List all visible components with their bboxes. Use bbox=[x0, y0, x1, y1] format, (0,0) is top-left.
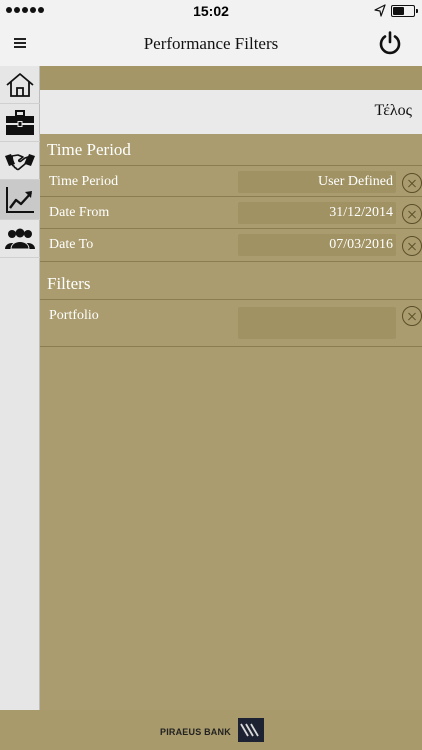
divider bbox=[40, 299, 422, 300]
date-to-field[interactable]: 07/03/2016 bbox=[238, 234, 396, 256]
divider bbox=[40, 196, 422, 197]
status-bar: 15:02 bbox=[0, 0, 422, 22]
portfolio-label: Portfolio bbox=[49, 308, 99, 323]
status-time: 15:02 bbox=[193, 3, 229, 19]
sidebar-item-portfolio[interactable] bbox=[0, 104, 40, 142]
date-to-clear-icon[interactable] bbox=[402, 236, 422, 256]
sidebar bbox=[0, 66, 40, 710]
done-bar: Τέλος bbox=[40, 90, 422, 134]
section-title-filters: Filters bbox=[47, 274, 91, 293]
date-to-label: Date To bbox=[49, 237, 94, 252]
section-title-time-period: Time Period bbox=[47, 140, 131, 159]
people-icon bbox=[5, 228, 35, 249]
time-period-label: Time Period bbox=[49, 174, 119, 189]
bank-name: PIRAEUS BANK bbox=[160, 727, 231, 737]
time-period-clear-icon[interactable] bbox=[402, 173, 422, 193]
sidebar-item-clients[interactable] bbox=[0, 220, 40, 258]
battery-level bbox=[393, 7, 404, 15]
toolbar-strip bbox=[40, 66, 422, 90]
footer: PIRAEUS BANK bbox=[0, 710, 422, 750]
date-from-clear-icon[interactable] bbox=[402, 204, 422, 224]
sidebar-item-performance[interactable] bbox=[0, 180, 40, 220]
power-icon[interactable] bbox=[377, 30, 403, 56]
divider bbox=[40, 261, 422, 262]
portfolio-field[interactable] bbox=[238, 307, 396, 339]
date-from-field[interactable]: 31/12/2014 bbox=[238, 202, 396, 224]
chart-trend-icon bbox=[6, 186, 34, 213]
battery-icon bbox=[391, 5, 418, 17]
sidebar-item-deals[interactable] bbox=[0, 142, 40, 180]
time-period-field[interactable]: User Defined bbox=[238, 171, 396, 193]
date-from-label: Date From bbox=[49, 205, 110, 220]
portfolio-clear-icon[interactable] bbox=[402, 306, 422, 326]
location-arrow-icon bbox=[374, 4, 386, 17]
done-button[interactable]: Τέλος bbox=[375, 102, 412, 120]
piraeus-logo-icon bbox=[238, 718, 264, 742]
divider bbox=[40, 346, 422, 347]
divider bbox=[40, 165, 422, 166]
page-title: Performance Filters bbox=[143, 34, 279, 53]
navigation-bar: Performance Filters bbox=[0, 22, 422, 66]
handshake-icon bbox=[5, 153, 35, 170]
sidebar-item-home[interactable] bbox=[0, 66, 40, 104]
divider bbox=[40, 228, 422, 229]
main-content: Τέλος Time Period Time Period User Defin… bbox=[40, 66, 422, 710]
home-icon bbox=[6, 72, 34, 97]
briefcase-icon bbox=[6, 109, 34, 135]
